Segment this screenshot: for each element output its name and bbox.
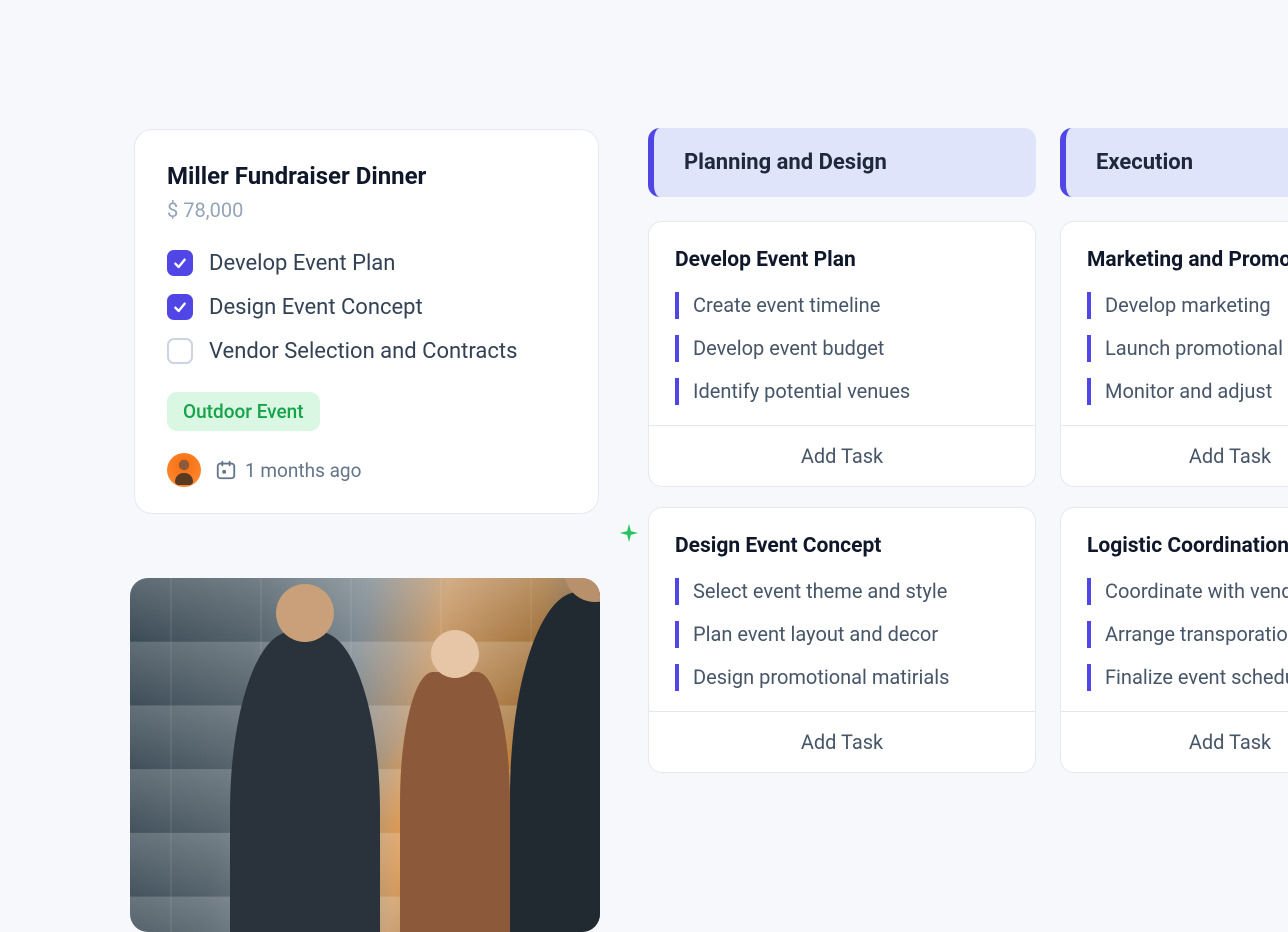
column-header[interactable]: Execution	[1060, 128, 1288, 197]
event-date-text: 1 months ago	[245, 459, 361, 482]
task-title: Develop Event Plan	[675, 248, 1009, 272]
column-planning: Planning and Design Develop Event Plan C…	[648, 128, 1036, 793]
subtask[interactable]: Select event theme and style	[675, 578, 1009, 605]
sparkle-icon	[618, 522, 640, 544]
checklist-item[interactable]: Vendor Selection and Contracts	[167, 338, 566, 364]
task-title: Design Event Concept	[675, 534, 1009, 558]
checkbox-unchecked-icon[interactable]	[167, 338, 193, 364]
add-task-button[interactable]: Add Task	[649, 425, 1035, 486]
checklist-label: Develop Event Plan	[209, 251, 395, 276]
add-task-button[interactable]: Add Task	[1061, 711, 1288, 772]
column-execution: Execution Marketing and Promotion Develo…	[1060, 128, 1288, 793]
event-title: Miller Fundraiser Dinner	[167, 162, 566, 190]
event-meta: 1 months ago	[167, 453, 566, 487]
task-card[interactable]: Marketing and Promotion Develop marketin…	[1060, 221, 1288, 487]
event-photo	[130, 578, 600, 932]
app-canvas: Miller Fundraiser Dinner $ 78,000 Develo…	[0, 0, 1288, 932]
task-card[interactable]: Logistic Coordination Coordinate with ve…	[1060, 507, 1288, 773]
avatar[interactable]	[167, 453, 201, 487]
event-date: 1 months ago	[215, 459, 361, 482]
subtask[interactable]: Develop event budget	[675, 335, 1009, 362]
checklist-label: Vendor Selection and Contracts	[209, 339, 517, 364]
event-card[interactable]: Miller Fundraiser Dinner $ 78,000 Develo…	[134, 129, 599, 514]
subtask[interactable]: Arrange transporation	[1087, 621, 1288, 648]
checklist-item[interactable]: Develop Event Plan	[167, 250, 566, 276]
subtask[interactable]: Launch promotional	[1087, 335, 1288, 362]
add-task-button[interactable]: Add Task	[1061, 425, 1288, 486]
checkbox-checked-icon[interactable]	[167, 250, 193, 276]
task-card[interactable]: Design Event Concept Select event theme …	[648, 507, 1036, 773]
subtask[interactable]: Monitor and adjust	[1087, 378, 1288, 405]
subtask[interactable]: Coordinate with vendors	[1087, 578, 1288, 605]
subtask[interactable]: Finalize event schedule	[1087, 664, 1288, 691]
checklist-item[interactable]: Design Event Concept	[167, 294, 566, 320]
event-tag[interactable]: Outdoor Event	[167, 392, 320, 431]
column-header[interactable]: Planning and Design	[648, 128, 1036, 197]
subtask[interactable]: Develop marketing	[1087, 292, 1288, 319]
subtask[interactable]: Plan event layout and decor	[675, 621, 1009, 648]
subtask[interactable]: Identify potential venues	[675, 378, 1009, 405]
add-task-button[interactable]: Add Task	[649, 711, 1035, 772]
task-title: Marketing and Promotion	[1087, 248, 1288, 272]
checkbox-checked-icon[interactable]	[167, 294, 193, 320]
task-title: Logistic Coordination	[1087, 534, 1288, 558]
event-amount: $ 78,000	[167, 198, 566, 222]
checklist-label: Design Event Concept	[209, 295, 423, 320]
calendar-icon	[215, 459, 237, 481]
task-card[interactable]: Develop Event Plan Create event timeline…	[648, 221, 1036, 487]
subtask[interactable]: Design promotional matirials	[675, 664, 1009, 691]
event-checklist: Develop Event Plan Design Event Concept …	[167, 250, 566, 364]
subtask[interactable]: Create event timeline	[675, 292, 1009, 319]
